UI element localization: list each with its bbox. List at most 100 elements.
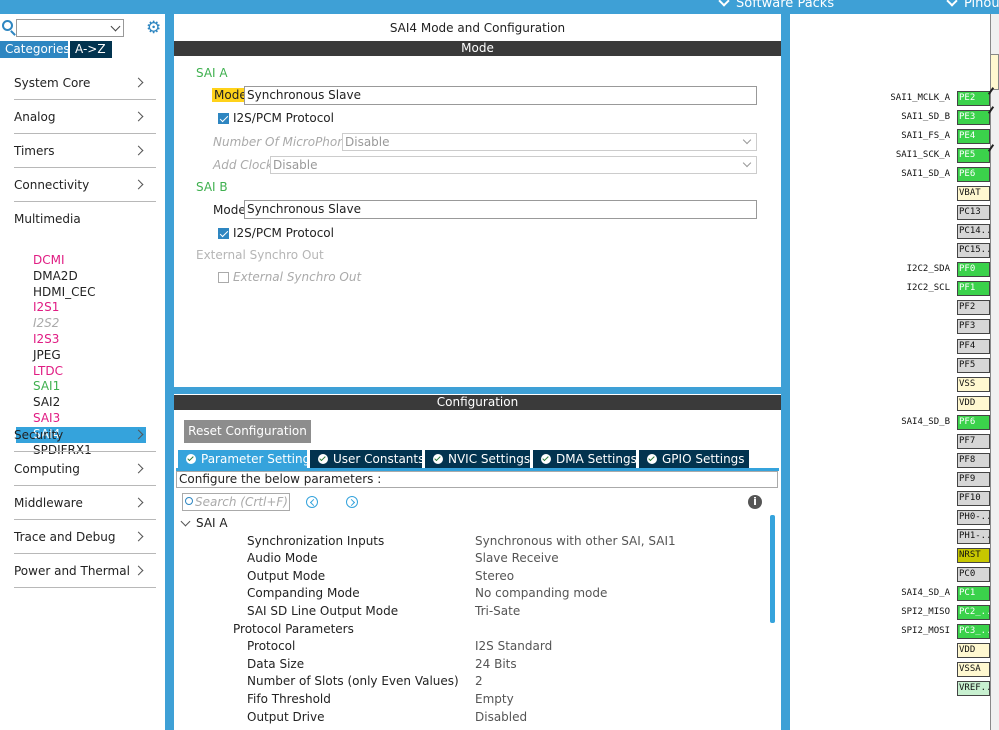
parameter-row[interactable]: Output Drive Disabled (174, 709, 769, 727)
pin-vbat[interactable]: VBAT (957, 186, 990, 202)
panel-splitter[interactable] (174, 387, 781, 394)
pin-pe2[interactable]: PE2 (957, 91, 990, 106)
parameter-row[interactable]: Protocol Parameters (174, 621, 769, 639)
parameter-row[interactable]: Companding Mode No companding mode (174, 585, 769, 603)
category-timers[interactable]: Timers (14, 134, 156, 168)
category-power-and-thermal[interactable]: Power and Thermal (14, 554, 156, 588)
multimedia-item-i2s1[interactable]: I2S1 (16, 300, 146, 316)
pin-pe4[interactable]: PE4 (957, 129, 990, 145)
pinout-menu[interactable]: Pinout (946, 0, 999, 11)
category-system-core[interactable]: System Core (14, 66, 156, 100)
pin-pe5[interactable]: PE5 (957, 148, 990, 164)
pin-pf9[interactable]: PF9 (957, 471, 990, 487)
pin-vref[interactable]: VREF.. (957, 681, 990, 697)
pin-pf6[interactable]: PF6 (957, 414, 990, 430)
parameter-row[interactable]: Audio Mode Slave Receive (174, 550, 769, 568)
tab-dma-settings[interactable]: DMA Settings (533, 450, 637, 468)
sai-a-mode-select[interactable]: Synchronous Slave (244, 86, 757, 105)
tab-nvic-settings[interactable]: NVIC Settings (425, 450, 530, 468)
pin-ph0[interactable]: PH0-.. (957, 509, 990, 525)
sai-b-title: SAI B (196, 180, 228, 194)
add-clock-value: Disable (273, 158, 318, 172)
software-packs-menu[interactable]: Software Packs (718, 0, 834, 11)
pin-nrst[interactable]: NRST (957, 547, 990, 563)
pin-vdd[interactable]: VDD (957, 395, 990, 411)
tab-label: GPIO Settings (662, 452, 745, 466)
microphones-select[interactable]: Disable (342, 133, 757, 151)
gear-icon[interactable]: ⚙ (146, 19, 161, 37)
pin-pf0[interactable]: PF0 (957, 262, 990, 278)
search-icon[interactable] (2, 20, 13, 31)
pin-pf5[interactable]: PF5 (957, 357, 990, 373)
multimedia-item-jpeg[interactable]: JPEG (16, 348, 146, 364)
pin-pc3[interactable]: PC3_.. (957, 624, 990, 640)
category-connectivity[interactable]: Connectivity (14, 168, 156, 202)
right-splitter[interactable] (781, 14, 790, 730)
chevron-down-icon[interactable] (110, 21, 121, 32)
multimedia-item-dcmi[interactable]: DCMI (16, 253, 146, 269)
tree-group-sai-a[interactable]: SAI A (174, 515, 769, 533)
pin-pc2[interactable]: PC2_.. (957, 605, 990, 621)
multimedia-item-sai1[interactable]: SAI1 (16, 379, 146, 395)
pin-ph1[interactable]: PH1-.. (957, 528, 990, 544)
category-security[interactable]: Security (14, 418, 156, 452)
tab-parameter-settings[interactable]: Parameter Settings (178, 450, 316, 468)
multimedia-item-i2s3[interactable]: I2S3 (16, 332, 146, 348)
pin-pf2[interactable]: PF2 (957, 300, 990, 316)
pin-vss[interactable]: VSS (957, 376, 990, 392)
sai-b-mode-select[interactable]: Synchronous Slave (244, 200, 757, 219)
pin-pe6[interactable]: PE6 (957, 167, 990, 183)
reset-configuration-button[interactable]: Reset Configuration (184, 420, 311, 443)
category-label: Timers (14, 144, 55, 158)
tab-user-constants[interactable]: User Constants (310, 450, 424, 468)
parameter-row[interactable]: Synchronization Inputs Synchronous with o… (174, 533, 769, 551)
pin-pc0[interactable]: PC0 (957, 567, 990, 582)
multimedia-item-dma2d[interactable]: DMA2D (16, 269, 146, 285)
parameter-row[interactable]: Data Size 24 Bits (174, 656, 769, 674)
pin-pc15[interactable]: PC15.. (957, 243, 990, 259)
tab-a-to-z[interactable]: A->Z (70, 41, 112, 58)
multimedia-item-sai2[interactable]: SAI2 (16, 395, 146, 411)
category-trace-and-debug[interactable]: Trace and Debug (14, 520, 156, 554)
search-combo[interactable] (16, 19, 124, 37)
multimedia-item-i2s2[interactable]: I2S2 (16, 316, 146, 332)
sai-b-protocol-checkbox[interactable] (218, 228, 229, 239)
multimedia-item-ltdc[interactable]: LTDC (16, 364, 146, 380)
tab-categories[interactable]: Categories (0, 41, 70, 58)
pin-vssa[interactable]: VSSA (957, 662, 990, 678)
category-computing[interactable]: Computing (14, 452, 156, 486)
pin-vdd[interactable]: VDD (957, 643, 990, 659)
pin-pf4[interactable]: PF4 (957, 338, 990, 354)
pin-pe3[interactable]: PE3 (957, 110, 990, 126)
pin-pc14[interactable]: PC14.. (957, 224, 990, 240)
sai-a-protocol-checkbox[interactable] (218, 113, 229, 124)
add-clock-select[interactable]: Disable (270, 156, 757, 174)
parameter-row[interactable]: Fifo Threshold Empty (174, 691, 769, 709)
ext-sync-checkbox[interactable] (218, 272, 229, 283)
parameter-scrollbar[interactable] (770, 515, 775, 623)
search-prev-button[interactable] (306, 496, 318, 508)
parameter-row[interactable]: SAI SD Line Output Mode Tri-Sate (174, 603, 769, 621)
check-circle-icon (318, 454, 328, 464)
left-splitter[interactable] (165, 14, 174, 730)
category-multimedia[interactable]: Multimedia (14, 202, 156, 236)
pin-pf7[interactable]: PF7 (957, 433, 990, 449)
category-middleware[interactable]: Middleware (14, 486, 156, 520)
pin-pf3[interactable]: PF3 (957, 319, 990, 335)
info-icon[interactable]: i (748, 495, 762, 509)
parameter-name: Data Size (247, 656, 305, 671)
pin-pf1[interactable]: PF1 (957, 281, 990, 297)
parameter-row[interactable]: Protocol I2S Standard (174, 638, 769, 656)
multimedia-item-hdmi-cec[interactable]: HDMI_CEC (16, 285, 146, 301)
parameter-row[interactable]: Number of Slots (only Even Values) 2 (174, 673, 769, 691)
pin-pf10[interactable]: PF10 (957, 490, 990, 506)
pin-pc1[interactable]: PC1 (957, 586, 990, 602)
search-next-button[interactable] (346, 496, 358, 508)
parameter-row[interactable]: Output Mode Stereo (174, 568, 769, 586)
mode-panel: SAI4 Mode and Configuration Mode SAI A M… (174, 14, 781, 387)
pin-pf8[interactable]: PF8 (957, 452, 990, 468)
pin-pc13[interactable]: PC13 (957, 205, 990, 221)
category-analog[interactable]: Analog (14, 100, 156, 134)
tab-gpio-settings[interactable]: GPIO Settings (639, 450, 749, 468)
parameter-search-input[interactable]: Search (Crtl+F) (182, 493, 290, 511)
